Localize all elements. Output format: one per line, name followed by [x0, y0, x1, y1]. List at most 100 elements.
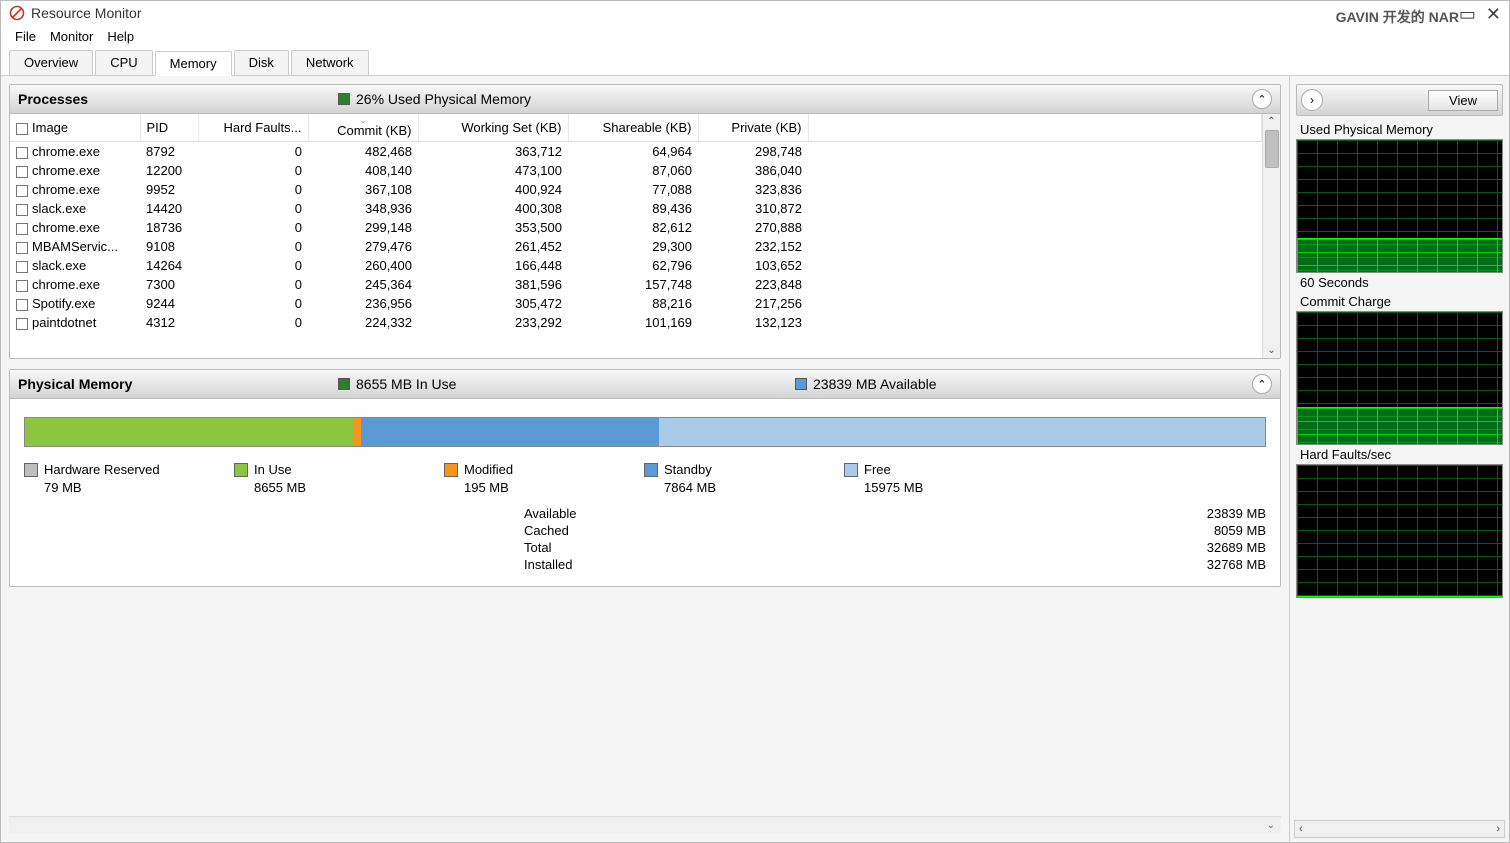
- table-row[interactable]: chrome.exe187360299,148353,50082,612270,…: [10, 218, 1262, 237]
- row-checkbox[interactable]: [16, 280, 28, 292]
- tabbar: Overview CPU Memory Disk Network: [1, 50, 1509, 76]
- physical-memory-title: Physical Memory: [18, 376, 338, 392]
- memory-bar: [24, 417, 1266, 447]
- processes-table: Image PID Hard Faults... ⌄Commit (KB) Wo…: [10, 114, 1262, 332]
- memory-bar-segment: [353, 418, 360, 446]
- memory-bar-segment: [361, 418, 659, 446]
- main-hscroll[interactable]: ⌄: [9, 816, 1281, 834]
- table-row[interactable]: chrome.exe122000408,140473,10087,060386,…: [10, 161, 1262, 180]
- row-checkbox[interactable]: [16, 242, 28, 254]
- col-private[interactable]: Private (KB): [698, 114, 808, 142]
- side-expand-icon[interactable]: ›: [1301, 89, 1323, 111]
- in-use-stat: 8655 MB In Use: [338, 376, 795, 392]
- row-checkbox[interactable]: [16, 299, 28, 311]
- tab-network[interactable]: Network: [291, 50, 369, 75]
- in-use-color-square: [338, 378, 350, 390]
- collapse-processes-icon[interactable]: ⌃: [1252, 89, 1272, 109]
- legend-item: Free15975 MB: [844, 461, 1044, 496]
- hscroll-right-icon[interactable]: ›: [1496, 823, 1500, 835]
- physical-memory-panel: Physical Memory 8655 MB In Use 23839 MB …: [9, 369, 1281, 587]
- row-checkbox[interactable]: [16, 223, 28, 235]
- menu-monitor[interactable]: Monitor: [50, 29, 93, 44]
- chart-sublabel: 60 Seconds: [1296, 273, 1503, 292]
- window-title: Resource Monitor: [31, 5, 142, 21]
- tab-cpu[interactable]: CPU: [95, 50, 152, 75]
- scroll-up-icon[interactable]: ⌃: [1267, 116, 1275, 127]
- tab-disk[interactable]: Disk: [234, 50, 289, 75]
- summary-label: Installed: [524, 557, 885, 572]
- maximize-icon[interactable]: ▭: [1459, 5, 1476, 23]
- physical-memory-header[interactable]: Physical Memory 8655 MB In Use 23839 MB …: [10, 370, 1280, 399]
- legend-label: Standby: [664, 461, 716, 479]
- legend-color-square: [444, 463, 458, 477]
- available-text: 23839 MB Available: [813, 376, 937, 392]
- mini-chart: [1296, 464, 1503, 598]
- stat-color-square: [338, 93, 350, 105]
- scroll-thumb[interactable]: [1265, 130, 1279, 168]
- processes-stat: 26% Used Physical Memory: [338, 91, 1252, 107]
- processes-scrollbar[interactable]: ⌃ ⌄: [1262, 114, 1280, 358]
- legend-value: 8655 MB: [254, 479, 306, 497]
- row-checkbox[interactable]: [16, 261, 28, 273]
- watermark: GAVIN 开发的 NAR: [1336, 7, 1459, 27]
- available-stat: 23839 MB Available: [795, 376, 1252, 392]
- summary-label: Total: [524, 540, 885, 555]
- scroll-down-icon[interactable]: ⌄: [1267, 345, 1275, 356]
- col-commit[interactable]: ⌄Commit (KB): [308, 114, 418, 142]
- row-checkbox[interactable]: [16, 185, 28, 197]
- row-checkbox[interactable]: [16, 147, 28, 159]
- content-area: Processes 26% Used Physical Memory ⌃ Ima…: [1, 76, 1509, 842]
- table-row[interactable]: chrome.exe99520367,108400,92477,088323,8…: [10, 180, 1262, 199]
- processes-table-wrap: Image PID Hard Faults... ⌄Commit (KB) Wo…: [10, 114, 1280, 358]
- row-checkbox[interactable]: [16, 318, 28, 330]
- side-hscroll[interactable]: ‹ ›: [1294, 820, 1505, 838]
- legend-item: In Use8655 MB: [234, 461, 444, 496]
- summary-value: 8059 MB: [899, 523, 1266, 538]
- legend-value: 15975 MB: [864, 479, 923, 497]
- table-row[interactable]: slack.exe144200348,936400,30889,436310,8…: [10, 199, 1262, 218]
- legend-label: Hardware Reserved: [44, 461, 160, 479]
- hscroll-left-icon[interactable]: ‹: [1299, 823, 1303, 835]
- legend-label: Modified: [464, 461, 513, 479]
- legend-label: In Use: [254, 461, 306, 479]
- processes-title: Processes: [18, 91, 338, 107]
- legend-color-square: [234, 463, 248, 477]
- col-image[interactable]: Image: [10, 114, 140, 142]
- summary-value: 32768 MB: [899, 557, 1266, 572]
- view-button[interactable]: View: [1428, 90, 1498, 111]
- col-shareable[interactable]: Shareable (KB): [568, 114, 698, 142]
- col-working-set[interactable]: Working Set (KB): [418, 114, 568, 142]
- row-checkbox[interactable]: [16, 166, 28, 178]
- memory-summary: Available23839 MBCached8059 MBTotal32689…: [524, 506, 1266, 572]
- processes-panel: Processes 26% Used Physical Memory ⌃ Ima…: [9, 84, 1281, 359]
- close-icon[interactable]: ✕: [1486, 5, 1501, 23]
- summary-value: 23839 MB: [899, 506, 1266, 521]
- tab-memory[interactable]: Memory: [155, 51, 232, 76]
- mini-chart: [1296, 139, 1503, 273]
- processes-stat-text: 26% Used Physical Memory: [356, 91, 531, 107]
- table-row[interactable]: chrome.exe73000245,364381,596157,748223,…: [10, 275, 1262, 294]
- menu-help[interactable]: Help: [107, 29, 134, 44]
- table-row[interactable]: slack.exe142640260,400166,44862,796103,6…: [10, 256, 1262, 275]
- collapse-physical-icon[interactable]: ⌃: [1252, 374, 1272, 394]
- side-panel: › View Used Physical Memory60 SecondsCom…: [1289, 76, 1509, 842]
- tab-overview[interactable]: Overview: [9, 50, 93, 75]
- col-pid[interactable]: PID: [140, 114, 198, 142]
- col-hard-faults[interactable]: Hard Faults...: [198, 114, 308, 142]
- select-all-checkbox[interactable]: [16, 123, 28, 135]
- row-checkbox[interactable]: [16, 204, 28, 216]
- processes-header[interactable]: Processes 26% Used Physical Memory ⌃: [10, 85, 1280, 114]
- menu-file[interactable]: File: [15, 29, 36, 44]
- table-row[interactable]: chrome.exe87920482,468363,71264,964298,7…: [10, 142, 1262, 162]
- legend-value: 7864 MB: [664, 479, 716, 497]
- main-column: Processes 26% Used Physical Memory ⌃ Ima…: [1, 76, 1289, 842]
- titlebar: Resource Monitor GAVIN 开发的 NAR ▭ ✕: [1, 1, 1509, 25]
- app-icon: [9, 5, 25, 21]
- chart-label: Hard Faults/sec: [1296, 445, 1503, 464]
- table-row[interactable]: MBAMServic...91080279,476261,45229,30023…: [10, 237, 1262, 256]
- physical-memory-body: Hardware Reserved79 MBIn Use8655 MBModif…: [10, 399, 1280, 586]
- table-row[interactable]: paintdotnet43120224,332233,292101,169132…: [10, 313, 1262, 332]
- table-row[interactable]: Spotify.exe92440236,956305,47288,216217,…: [10, 294, 1262, 313]
- chart-label: Commit Charge: [1296, 292, 1503, 311]
- in-use-text: 8655 MB In Use: [356, 376, 456, 392]
